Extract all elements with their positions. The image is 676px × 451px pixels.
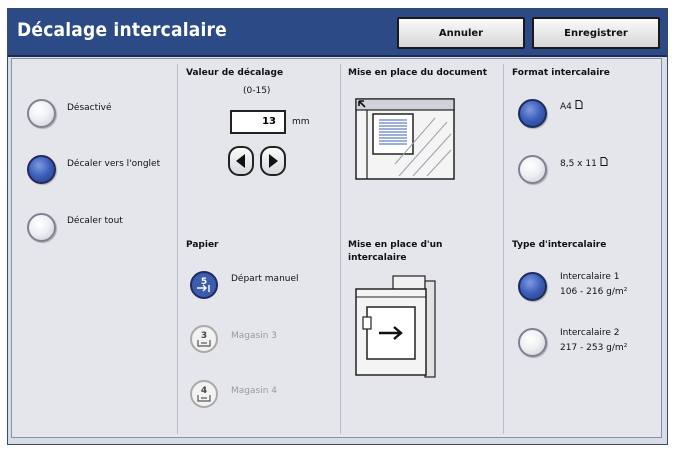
title-bar: Décalage intercalaire Annuler Enregistre… bbox=[8, 9, 667, 57]
document-placement-heading: Mise en place du document bbox=[348, 68, 487, 78]
paper-heading: Papier bbox=[186, 240, 219, 250]
tray-icon: 4 bbox=[197, 386, 211, 402]
tab-format-heading: Format intercalaire bbox=[512, 68, 610, 78]
tab-placement-heading: Mise en place d'un intercalaire bbox=[348, 240, 443, 263]
increase-button[interactable] bbox=[260, 146, 286, 176]
option-label-shift-to-tab: Décaler vers l'onglet bbox=[67, 159, 161, 169]
tray-manual-feed-button[interactable]: 5 bbox=[190, 271, 218, 299]
tray-number: 4 bbox=[201, 386, 207, 396]
radio-off[interactable] bbox=[27, 99, 56, 128]
triangle-right-icon bbox=[269, 154, 278, 168]
radio-tab-type-1[interactable] bbox=[518, 272, 547, 301]
radio-format-letter[interactable] bbox=[518, 155, 547, 184]
tray-icon: 3 bbox=[197, 331, 211, 347]
option-label-off: Désactivé bbox=[67, 103, 112, 113]
column-divider bbox=[177, 64, 178, 434]
tray-label-3: Magasin 3 bbox=[231, 331, 277, 341]
option-label-shift-all: Décaler tout bbox=[67, 216, 123, 226]
tray-label-4: Magasin 4 bbox=[231, 386, 277, 396]
radio-shift-all[interactable] bbox=[27, 213, 56, 242]
portrait-page-icon bbox=[600, 157, 608, 166]
tab-type-1-line2: 106 - 216 g/m² bbox=[560, 287, 628, 297]
tray-3-button[interactable]: 3 bbox=[190, 325, 218, 353]
cancel-button[interactable]: Annuler bbox=[397, 17, 525, 49]
tab-type-2-line2: 217 - 253 g/m² bbox=[560, 343, 628, 353]
tab-type-2-line1: Intercalaire 2 bbox=[560, 328, 620, 338]
tab-type-heading: Type d'intercalaire bbox=[512, 240, 607, 250]
radio-shift-to-tab[interactable] bbox=[27, 155, 56, 184]
tray-number: 3 bbox=[201, 331, 207, 341]
tray-label-manual: Départ manuel bbox=[231, 274, 299, 284]
save-button[interactable]: Enregistrer bbox=[532, 17, 660, 49]
format-label-letter: 8,5 x 11 bbox=[560, 157, 608, 171]
format-label-a4: A4 bbox=[560, 100, 583, 114]
bypass-tray-icon: 5 bbox=[197, 277, 210, 292]
offset-value-field[interactable]: 13 bbox=[230, 110, 286, 134]
offset-range: (0-15) bbox=[243, 86, 271, 96]
document-placement-diagram bbox=[355, 98, 455, 180]
portrait-page-icon bbox=[575, 100, 583, 109]
tab-type-1-line1: Intercalaire 1 bbox=[560, 272, 620, 282]
radio-tab-type-2[interactable] bbox=[518, 328, 547, 357]
page-title: Décalage intercalaire bbox=[17, 19, 227, 41]
column-divider bbox=[340, 64, 341, 434]
offset-unit: mm bbox=[292, 117, 310, 127]
offset-value-heading: Valeur de décalage bbox=[186, 68, 284, 78]
column-divider bbox=[503, 64, 504, 434]
triangle-left-icon bbox=[236, 154, 245, 168]
radio-format-a4[interactable] bbox=[518, 99, 547, 128]
decrease-button[interactable] bbox=[228, 146, 254, 176]
tab-placement-diagram bbox=[355, 275, 436, 378]
tray-4-button[interactable]: 4 bbox=[190, 380, 218, 408]
